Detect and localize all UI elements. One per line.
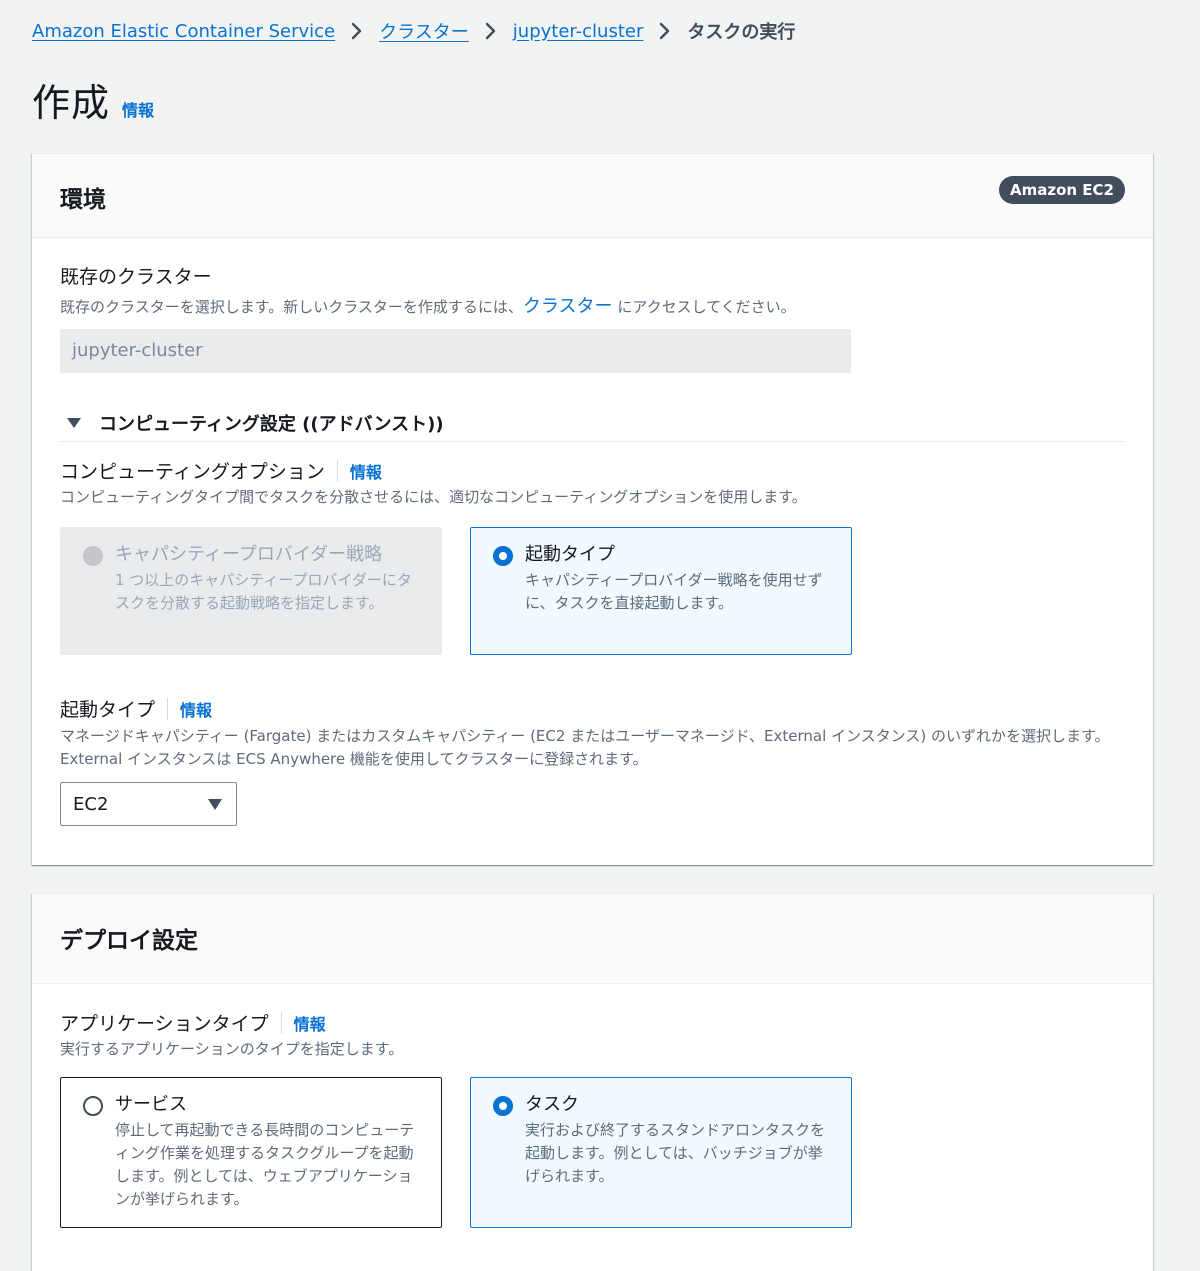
task-option-title: タスク — [525, 1094, 579, 1115]
label-divider — [280, 1011, 282, 1034]
app-type-info-link[interactable]: 情報 — [294, 1011, 326, 1035]
deployment-container: デプロイ設定 アプリケーションタイプ 情報 実行するアプリケーションのタイプを指… — [32, 893, 1153, 1271]
existing-cluster-desc-text: 既存のクラスターを選択します。新しいクラスターを作成するには、 — [60, 298, 523, 316]
compute-option-field: コンピューティングオプション 情報 コンピューティングタイプ間でタスクを分散させ… — [60, 457, 807, 509]
breadcrumb: Amazon Elastic Container Service クラスター j… — [32, 16, 795, 46]
compute-option-description: コンピューティングタイプ間でタスクを分散させるには、適切なコンピューティングオプ… — [60, 488, 807, 506]
page-info-link[interactable]: 情報 — [122, 97, 154, 121]
capacity-provider-strategy-desc: 1 つ以上のキャパシティープロバイダーにタスクを分散する起動戦略を指定します。 — [115, 571, 412, 612]
deployment-title: デプロイ設定 — [60, 928, 198, 954]
radio-selected-icon — [493, 1096, 513, 1116]
label-divider — [336, 459, 338, 482]
service-option-tile[interactable]: サービス 停止して再起動できる長時間のコンピューティング作業を処理するタスクグル… — [60, 1077, 442, 1228]
page-header: 作成 情報 — [32, 72, 154, 127]
app-type-field: アプリケーションタイプ 情報 実行するアプリケーションのタイプを指定します。 — [60, 1009, 403, 1061]
existing-cluster-label: 既存のクラスター — [60, 266, 212, 288]
capacity-provider-strategy-tile: キャパシティープロバイダー戦略 1 つ以上のキャパシティープロバイダーにタスクを… — [60, 527, 442, 655]
launch-type-select[interactable]: EC2 — [60, 782, 237, 826]
cluster-input[interactable]: jupyter-cluster — [60, 329, 851, 373]
deployment-header: デプロイ設定 — [32, 894, 1153, 984]
existing-cluster-desc-text-end: にアクセスしてください。 — [612, 298, 796, 316]
service-option-desc: 停止して再起動できる長時間のコンピューティング作業を処理するタスクグループを起動… — [115, 1121, 415, 1208]
environment-container: 環境 Amazon EC2 既存のクラスター 既存のクラスターを選択します。新し… — [32, 153, 1153, 865]
chevron-right-icon — [485, 22, 497, 40]
launch-type-option-tile[interactable]: 起動タイプ キャパシティープロバイダー戦略を使用せずに、タスクを直接起動します。 — [470, 527, 852, 655]
app-type-description: 実行するアプリケーションのタイプを指定します。 — [60, 1040, 404, 1058]
app-type-label: アプリケーションタイプ — [60, 1013, 269, 1035]
compute-option-label: コンピューティングオプション — [60, 461, 325, 483]
launch-type-option-desc: キャパシティープロバイダー戦略を使用せずに、タスクを直接起動します。 — [525, 571, 823, 612]
capacity-provider-strategy-title: キャパシティープロバイダー戦略 — [115, 544, 383, 565]
service-option-title: サービス — [115, 1094, 187, 1115]
breadcrumb-cluster-link[interactable]: jupyter-cluster — [513, 21, 644, 42]
compute-option-info-link[interactable]: 情報 — [350, 459, 382, 483]
radio-icon — [83, 1096, 103, 1116]
breadcrumb-current: タスクの実行 — [687, 22, 796, 43]
breadcrumb-clusters-link[interactable]: クラスター — [379, 18, 469, 44]
environment-title: 環境 — [60, 187, 106, 213]
caret-down-icon — [208, 798, 222, 810]
existing-cluster-field: 既存のクラスター 既存のクラスターを選択します。新しいクラスターを作成するには、… — [60, 262, 796, 319]
task-option-tile[interactable]: タスク 実行および終了するスタンドアロンタスクを起動します。例としては、バッチジ… — [470, 1077, 852, 1228]
chevron-right-icon — [351, 22, 363, 40]
clusters-console-link[interactable]: クラスター — [523, 296, 613, 317]
launch-type-description: マネージドキャパシティー (Fargate) またはカスタムキャパシティー (E… — [60, 727, 1110, 768]
radio-icon — [83, 546, 103, 566]
label-divider — [167, 697, 169, 720]
launch-type-option-title: 起動タイプ — [525, 544, 615, 565]
launch-type-info-link[interactable]: 情報 — [180, 697, 212, 721]
launch-type-label: 起動タイプ — [60, 699, 156, 721]
platform-badge: Amazon EC2 — [999, 176, 1125, 204]
breadcrumb-ecs-link[interactable]: Amazon Elastic Container Service — [32, 21, 335, 42]
chevron-right-icon — [659, 22, 671, 40]
task-option-desc: 実行および終了するスタンドアロンタスクを起動します。例としては、バッチジョブが挙… — [525, 1121, 826, 1185]
page-title: 作成 — [32, 81, 111, 125]
environment-header: 環境 Amazon EC2 — [32, 154, 1153, 238]
existing-cluster-description: 既存のクラスターを選択します。新しいクラスターを作成するには、クラスター にアク… — [60, 295, 796, 319]
caret-down-icon — [67, 417, 81, 428]
compute-config-expander[interactable]: コンピューティング設定 ((アドバンスト)) — [60, 404, 1124, 442]
radio-selected-icon — [493, 546, 513, 566]
launch-type-field: 起動タイプ 情報 マネージドキャパシティー (Fargate) またはカスタムキ… — [60, 695, 1126, 771]
launch-type-select-value: EC2 — [73, 793, 109, 815]
compute-config-label: コンピューティング設定 ((アドバンスト)) — [99, 413, 444, 435]
